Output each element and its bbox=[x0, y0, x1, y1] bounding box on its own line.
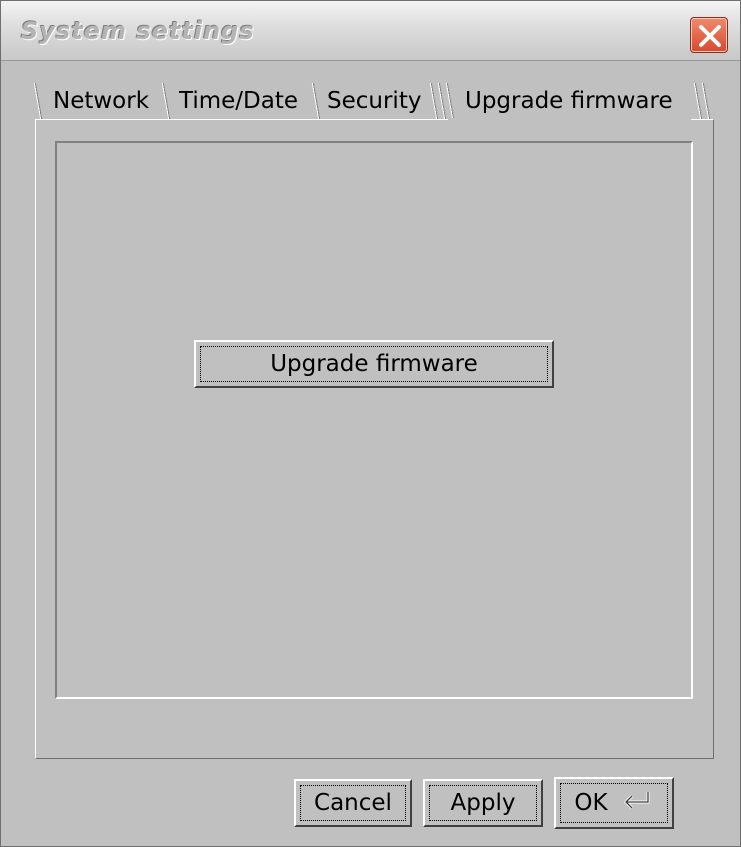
system-settings-dialog: System settings Network Time/Date Securi… bbox=[0, 0, 741, 847]
tab-network-label: Network bbox=[53, 88, 150, 114]
tab-time-date-label: Time/Date bbox=[179, 88, 299, 114]
tab-network[interactable]: Network bbox=[33, 79, 165, 123]
tab-security-label: Security bbox=[327, 88, 422, 114]
close-icon bbox=[699, 25, 721, 47]
cancel-button[interactable]: Cancel bbox=[294, 779, 412, 827]
upgrade-firmware-group bbox=[55, 141, 693, 699]
close-button[interactable] bbox=[690, 17, 728, 53]
tab-time-date[interactable]: Time/Date bbox=[161, 79, 313, 123]
ok-button[interactable]: OK bbox=[554, 777, 674, 829]
apply-button[interactable]: Apply bbox=[423, 779, 543, 827]
window-title: System settings bbox=[21, 17, 255, 45]
tab-upgrade-firmware[interactable]: Upgrade firmware bbox=[429, 79, 719, 123]
title-bar[interactable]: System settings bbox=[1, 1, 740, 61]
tab-upgrade-firmware-label: Upgrade firmware bbox=[465, 88, 673, 114]
tab-security[interactable]: Security bbox=[311, 79, 431, 123]
upgrade-firmware-button[interactable]: Upgrade firmware bbox=[194, 340, 554, 388]
